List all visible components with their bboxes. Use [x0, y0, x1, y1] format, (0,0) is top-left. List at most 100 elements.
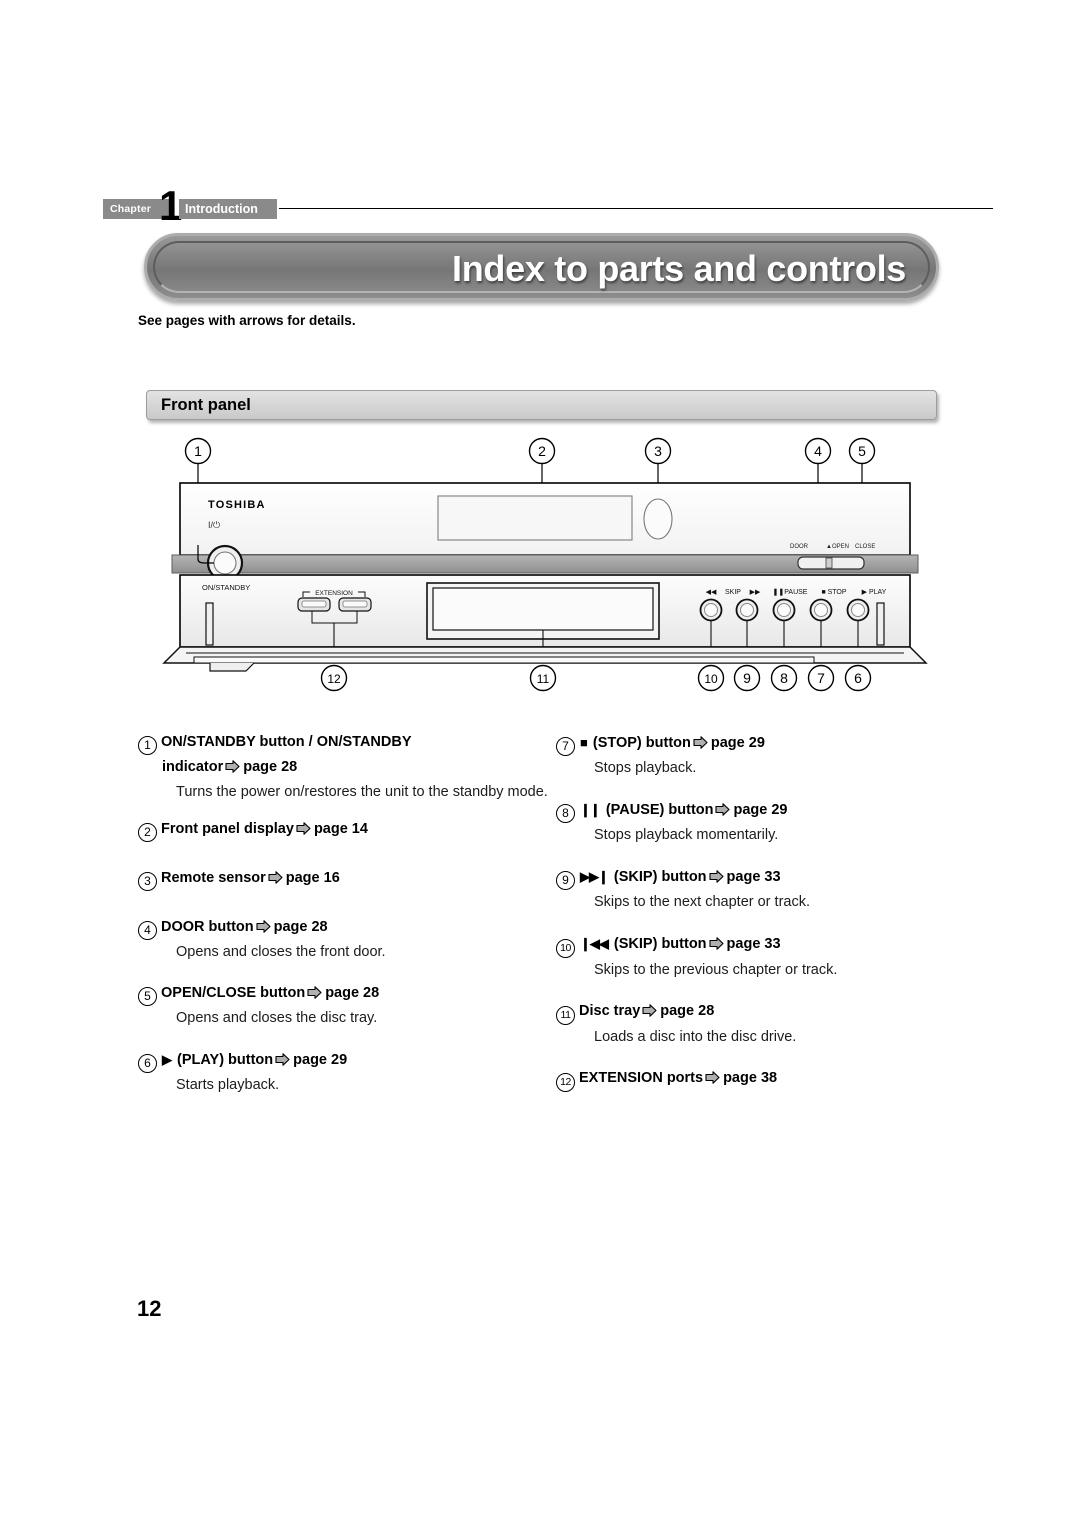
entry-9-page[interactable]: page 33: [727, 869, 781, 885]
front-panel-diagram: 1 2 3 4 5 TOSHIBA I/⏻ DOOR ▲OPEN CLOSE O…: [162, 437, 928, 692]
entry-2-page[interactable]: page 14: [314, 821, 368, 837]
page-title-banner: Index to parts and controls: [144, 233, 939, 301]
entry-3: 3 Remote sensor page 16: [138, 866, 548, 891]
entry-5-page[interactable]: page 28: [325, 985, 379, 1001]
entry-10-title: (SKIP) button: [613, 936, 707, 952]
callout-8-label: 8: [780, 670, 788, 686]
entry-1-title-line1: ON/STANDBY button / ON/STANDBY: [161, 734, 412, 750]
entry-7-page[interactable]: page 29: [711, 735, 765, 751]
slider-divider: [825, 557, 833, 569]
chapter-title: Introduction: [185, 202, 258, 216]
stop-label: ■ STOP: [821, 589, 846, 596]
descriptions-right-column: 7 ■ (STOP) button page 29 Stops playback. …: [556, 730, 966, 1098]
chapter-header: Chapter 1 Introduction: [103, 185, 993, 227]
base-line-2: [193, 656, 815, 664]
skip-next-button-inner: [740, 603, 754, 617]
entry-10-page[interactable]: page 33: [727, 936, 781, 952]
entry-4-page[interactable]: page 28: [274, 919, 328, 935]
door-label: DOOR: [790, 544, 809, 550]
entry-9-number: 9: [556, 871, 575, 890]
entry-7: 7 ■ (STOP) button page 29 Stops playback.: [556, 730, 966, 779]
stop-icon: ■: [580, 735, 588, 750]
disc-tray[interactable]: [432, 587, 654, 631]
left-post: [205, 602, 214, 646]
entry-11-number: 11: [556, 1006, 575, 1025]
entry-9-body: Skips to the next chapter or track.: [594, 894, 810, 910]
callout-4-label: 4: [814, 443, 822, 459]
entry-9-title: (SKIP) button: [613, 869, 707, 885]
entry-4-number: 4: [138, 921, 157, 940]
entry-5-number: 5: [138, 987, 157, 1006]
callout-3-label: 3: [654, 443, 662, 459]
entry-3-page[interactable]: page 16: [286, 870, 340, 886]
right-post: [876, 602, 885, 646]
entry-2: 2 Front panel display page 14: [138, 817, 548, 842]
base-foot: [209, 662, 255, 672]
callout-2-label: 2: [538, 443, 546, 459]
entry-5-body: Opens and closes the disc tray.: [176, 1010, 378, 1026]
callout-1-label: 1: [194, 443, 202, 459]
arrow-icon: [225, 760, 240, 773]
callout-10-label: 10: [704, 672, 718, 686]
section-header-front-panel: Front panel: [146, 390, 937, 420]
open-label: ▲OPEN: [826, 544, 849, 550]
entry-7-number: 7: [556, 737, 575, 756]
play-label: ▶ PLAY: [862, 589, 887, 596]
entry-11-page[interactable]: page 28: [660, 1003, 714, 1019]
entry-5-title: OPEN/CLOSE button: [161, 985, 306, 1001]
chapter-title-box: Introduction: [179, 199, 277, 219]
skip-prev-button-inner: [704, 603, 718, 617]
entry-2-number: 2: [138, 823, 157, 842]
entry-3-title: Remote sensor: [161, 870, 266, 886]
intro-note: See pages with arrows for details.: [138, 313, 356, 328]
callout-12-label: 12: [327, 672, 341, 686]
entry-8-body: Stops playback momentarily.: [594, 827, 779, 843]
pause-button-inner: [777, 603, 791, 617]
on-standby-indicator: [213, 551, 237, 575]
entry-6-body: Starts playback.: [176, 1077, 280, 1093]
entry-12-title: EXTENSION ports: [579, 1070, 704, 1086]
extension-label: EXTENSION: [315, 590, 353, 597]
stop-button-inner: [814, 603, 828, 617]
play-icon: ▶: [162, 1052, 172, 1067]
entry-10: 10 ❙◀◀ (SKIP) button page 33 Skips to the …: [556, 931, 966, 981]
entry-11-body: Loads a disc into the disc drive.: [594, 1029, 797, 1045]
skip-next-icon: ▶▶❙: [580, 869, 609, 884]
arrow-icon: [307, 986, 322, 999]
entry-5: 5 OPEN/CLOSE button page 28 Opens and clos…: [138, 981, 548, 1029]
front-panel-display: [437, 495, 633, 541]
entry-4-body: Opens and closes the front door.: [176, 944, 386, 960]
skip-label: SKIP: [725, 589, 741, 596]
extension-port-1-slot: [301, 600, 327, 608]
arrow-icon: [708, 937, 724, 950]
entry-1-body: Turns the power on/restores the unit to …: [176, 784, 548, 800]
entry-8-page[interactable]: page 29: [733, 802, 787, 818]
extension-port-2-slot: [342, 600, 368, 608]
entry-6-title: (PLAY) button: [177, 1052, 274, 1068]
section-title: Front panel: [161, 396, 251, 414]
on-standby-text: ON/STANDBY: [202, 583, 250, 592]
descriptions-left-column: 1 ON/STANDBY button / ON/STANDBY indicato…: [138, 730, 548, 1102]
entry-8: 8 ❙❙ (PAUSE) button page 29 Stops playback…: [556, 797, 966, 846]
callout-5-label: 5: [858, 443, 866, 459]
entry-1-number: 1: [138, 736, 157, 755]
entry-6-page[interactable]: page 29: [293, 1052, 347, 1068]
page-title: Index to parts and controls: [452, 248, 906, 289]
arrow-icon: [275, 1053, 290, 1066]
arrow-icon: [693, 736, 708, 749]
entry-6-number: 6: [138, 1054, 157, 1073]
chapter-divider-line: [279, 208, 993, 209]
entry-12-page[interactable]: page 38: [723, 1070, 777, 1086]
entry-3-number: 3: [138, 872, 157, 891]
entry-1-page[interactable]: page 28: [243, 759, 297, 775]
arrow-icon: [708, 870, 724, 883]
entry-8-title: (PAUSE) button: [605, 802, 714, 818]
entry-4: 4 DOOR button page 28 Opens and closes the…: [138, 915, 548, 963]
entry-2-title: Front panel display: [161, 821, 294, 837]
skip-prev-icon: ❙◀◀: [580, 936, 609, 951]
callout-7-label: 7: [817, 670, 825, 686]
entry-1: 1 ON/STANDBY button / ON/STANDBY indicato…: [138, 730, 548, 803]
play-button-inner: [851, 603, 865, 617]
power-symbol-label: I/⏻: [208, 520, 220, 530]
arrow-icon: [256, 920, 271, 933]
